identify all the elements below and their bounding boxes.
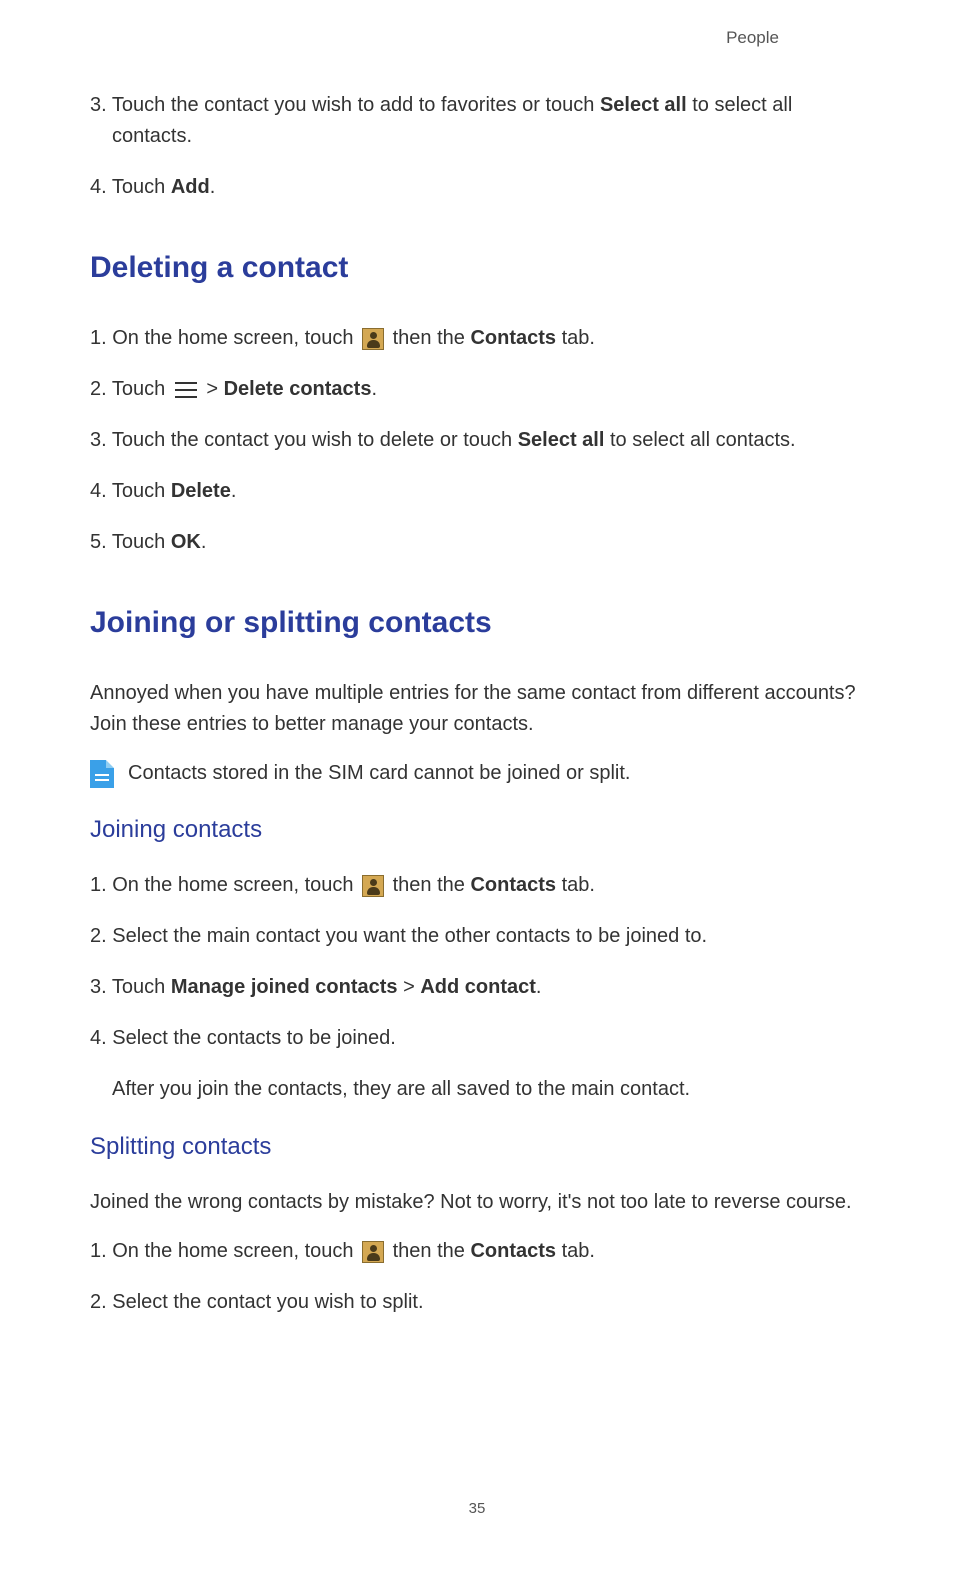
step-text: . [210, 176, 216, 198]
heading-deleting-contact: Deleting a contact [90, 251, 864, 285]
bold-text: Delete [171, 480, 231, 502]
step-text: On the home screen, touch [112, 327, 359, 349]
bold-text: Contacts [470, 874, 556, 896]
step-number: 2. [90, 1291, 112, 1313]
step-text: Touch the contact you wish to delete or … [112, 429, 518, 451]
contacts-app-icon [362, 1241, 384, 1263]
menu-icon [175, 382, 197, 398]
delete-step-3: 3. Touch the contact you wish to delete … [90, 425, 864, 456]
intro-step-3: 3. Touch the contact you wish to add to … [90, 90, 864, 152]
step-number: 1. [90, 327, 112, 349]
delete-step-5: 5. Touch OK. [90, 527, 864, 558]
step-text: Select the main contact you want the oth… [112, 925, 707, 947]
joining-step-4-note: After you join the contacts, they are al… [90, 1074, 864, 1105]
step-text: . [231, 480, 237, 502]
join-intro-paragraph: Annoyed when you have multiple entries f… [90, 678, 864, 740]
page-number: 35 [0, 1500, 954, 1517]
intro-step-4: 4. Touch Add. [90, 172, 864, 203]
step-number: 3. [90, 976, 112, 998]
bold-text: Contacts [470, 327, 556, 349]
delete-step-1: 1. On the home screen, touch then the Co… [90, 323, 864, 354]
note-text: Contacts stored in the SIM card cannot b… [128, 758, 631, 788]
bold-text: Add [171, 176, 210, 198]
joining-step-2: 2. Select the main contact you want the … [90, 921, 864, 952]
step-text: Select the contact you wish to split. [112, 1291, 423, 1313]
step-text: Touch [112, 976, 171, 998]
note-row: Contacts stored in the SIM card cannot b… [90, 758, 864, 788]
step-number: 1. [90, 1240, 112, 1262]
splitting-intro-paragraph: Joined the wrong contacts by mistake? No… [90, 1187, 864, 1218]
subheading-splitting-contacts: Splitting contacts [90, 1133, 864, 1161]
note-icon [90, 760, 114, 788]
step-text: Touch [112, 480, 171, 502]
delete-step-4: 4. Touch Delete. [90, 476, 864, 507]
step-number: 3. [90, 429, 112, 451]
bold-text: Contacts [470, 1240, 556, 1262]
step-text: . [371, 378, 377, 400]
step-number: 4. [90, 1027, 112, 1049]
step-text: Touch [112, 176, 171, 198]
splitting-step-1: 1. On the home screen, touch then the Co… [90, 1236, 864, 1267]
step-text: then the [387, 874, 470, 896]
step-number: 4. [90, 480, 112, 502]
step-text: Touch [112, 378, 171, 400]
step-text: tab. [556, 874, 595, 896]
step-number: 2. [90, 925, 112, 947]
header-section-label: People [726, 28, 779, 48]
contacts-app-icon [362, 875, 384, 897]
step-text: then the [387, 327, 470, 349]
bold-text: Select all [600, 94, 687, 116]
bold-text: Select all [518, 429, 605, 451]
step-text: . [536, 976, 542, 998]
bold-text: Delete contacts [224, 378, 372, 400]
step-number: 4. [90, 176, 107, 198]
step-text: Touch [112, 531, 171, 553]
step-number: 2. [90, 378, 112, 400]
step-number: 1. [90, 874, 112, 896]
step-text: tab. [556, 327, 595, 349]
bold-text: Manage joined contacts [171, 976, 398, 998]
step-text: > [201, 378, 224, 400]
joining-step-4: 4. Select the contacts to be joined. [90, 1023, 864, 1054]
joining-step-1: 1. On the home screen, touch then the Co… [90, 870, 864, 901]
step-number: 3. [90, 94, 107, 116]
step-text: On the home screen, touch [112, 1240, 359, 1262]
step-text: On the home screen, touch [112, 874, 359, 896]
step-text: . [201, 531, 207, 553]
bold-text: OK [171, 531, 201, 553]
page-content: 3. Touch the contact you wish to add to … [90, 90, 864, 1318]
step-text: then the [387, 1240, 470, 1262]
heading-joining-splitting: Joining or splitting contacts [90, 606, 864, 640]
step-number: 5. [90, 531, 112, 553]
step-text: tab. [556, 1240, 595, 1262]
contacts-app-icon [362, 328, 384, 350]
step-text: to select all contacts. [604, 429, 795, 451]
joining-step-3: 3. Touch Manage joined contacts > Add co… [90, 972, 864, 1003]
step-text: > [398, 976, 421, 998]
step-text: Select the contacts to be joined. [112, 1027, 396, 1049]
delete-step-2: 2. Touch > Delete contacts. [90, 374, 864, 405]
splitting-step-2: 2. Select the contact you wish to split. [90, 1287, 864, 1318]
bold-text: Add contact [420, 976, 536, 998]
step-text: Touch the contact you wish to add to fav… [112, 94, 600, 116]
subheading-joining-contacts: Joining contacts [90, 816, 864, 844]
